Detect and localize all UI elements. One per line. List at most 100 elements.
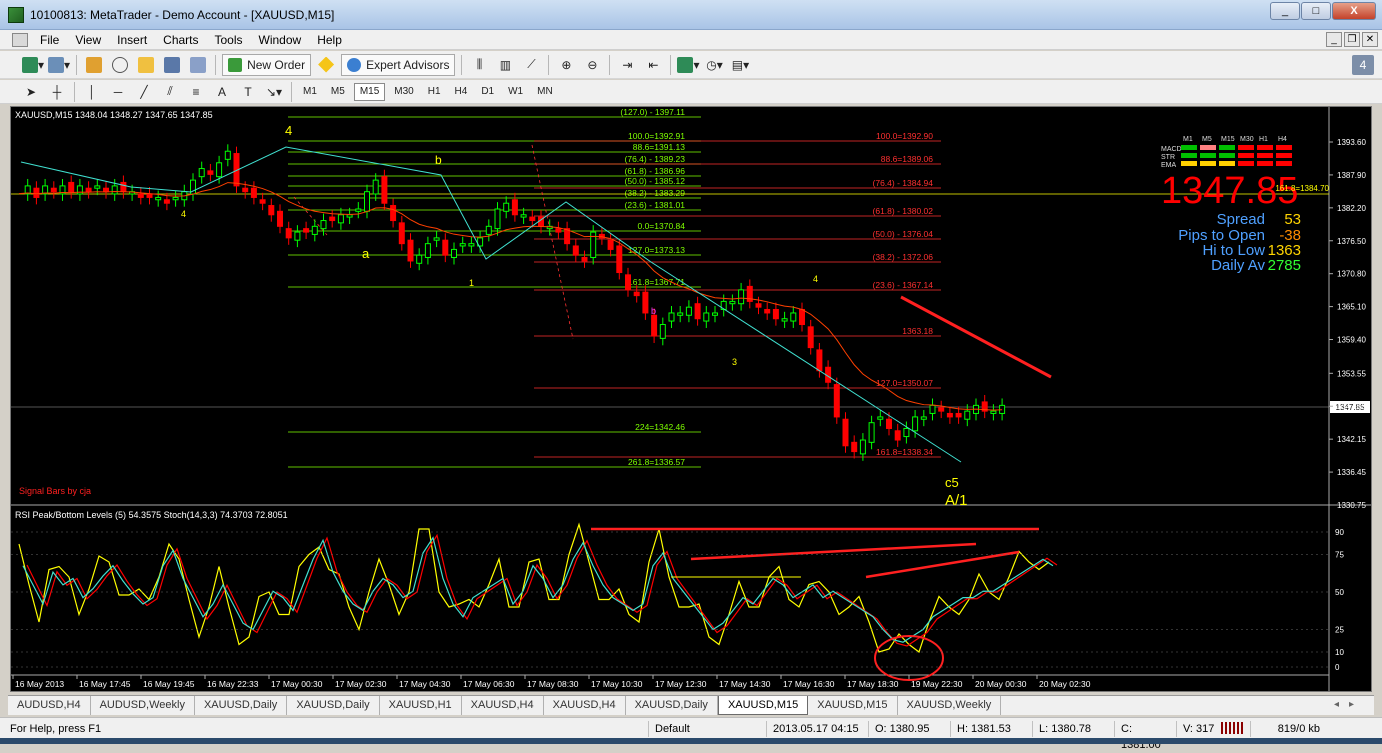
equidistant-channel-icon[interactable]: ⫽ [159, 81, 181, 103]
menu-insert[interactable]: Insert [109, 33, 155, 47]
chart-tab[interactable]: XAUUSD,H1 [380, 696, 462, 715]
zoom-out-icon[interactable]: ⊖ [581, 54, 603, 76]
chart-tab[interactable]: XAUUSD,M15 [808, 696, 898, 715]
autoscroll-icon[interactable]: ⇥ [616, 54, 638, 76]
candlestick-icon[interactable]: ▥ [494, 54, 516, 76]
maximize-button[interactable]: □ [1301, 2, 1331, 20]
time-label: 16 May 19:45 [143, 679, 195, 689]
candle-body [137, 193, 144, 198]
candle-body [146, 193, 153, 198]
chart-shift-icon[interactable]: ⇤ [642, 54, 664, 76]
menu-view[interactable]: View [67, 33, 109, 47]
crosshair-icon[interactable]: ┼ [46, 81, 68, 103]
horizontal-line-icon[interactable]: ─ [107, 81, 129, 103]
signal-grid-header: H4 [1278, 136, 1287, 143]
text-icon[interactable]: A [211, 81, 233, 103]
candle-body [642, 291, 649, 314]
menu-help[interactable]: Help [309, 33, 350, 47]
navigator-icon[interactable] [135, 54, 157, 76]
window-controls: _ □ X [1270, 2, 1376, 20]
menu-tools[interactable]: Tools [207, 33, 251, 47]
timeframe-h1[interactable]: H1 [423, 83, 446, 101]
price-tick-label: 1387.90 [1337, 171, 1366, 180]
chart-tab[interactable]: XAUUSD,Daily [287, 696, 380, 715]
chart-tab[interactable]: AUDUSD,Weekly [91, 696, 195, 715]
timeframe-mn[interactable]: MN [532, 83, 558, 101]
timeframe-m5[interactable]: M5 [326, 83, 350, 101]
line-chart-icon[interactable]: ⟋ [520, 54, 542, 76]
profiles-button[interactable]: ▾ [48, 54, 70, 76]
candle-body [772, 308, 779, 320]
menu-window[interactable]: Window [251, 33, 310, 47]
chart-tab[interactable]: XAUUSD,Daily [195, 696, 288, 715]
price-tick-label: 1365.10 [1337, 303, 1366, 312]
timeframe-h4[interactable]: H4 [450, 83, 473, 101]
vertical-line-icon[interactable]: │ [81, 81, 103, 103]
price-tick-label: 1376.50 [1337, 237, 1366, 246]
time-label: 17 May 18:30 [847, 679, 899, 689]
signal-cell [1181, 145, 1197, 150]
data-window-icon[interactable] [109, 54, 131, 76]
wave-label: b [435, 153, 442, 167]
wave-label: 4 [181, 209, 186, 219]
timeframe-w1[interactable]: W1 [503, 83, 528, 101]
chart-window[interactable]: (127.0) - 1397.11 100.0=1392.91 88.6=1391.… [10, 106, 1372, 692]
mdi-restore-button[interactable]: ❐ [1344, 32, 1360, 47]
time-label: 17 May 00:30 [271, 679, 323, 689]
chart-tab[interactable]: XAUUSD,H4 [462, 696, 544, 715]
wave-label: 4 [813, 274, 818, 284]
fibonacci-icon[interactable]: ≡ [185, 81, 207, 103]
candle-body [442, 239, 449, 256]
mdi-close-button[interactable]: ✕ [1362, 32, 1378, 47]
strategy-tester-icon[interactable] [187, 54, 209, 76]
market-watch-icon[interactable] [83, 54, 105, 76]
candle-body [790, 312, 797, 322]
timeframe-m30[interactable]: M30 [389, 83, 418, 101]
arrows-icon[interactable]: ↘▾ [263, 81, 285, 103]
signal-cell [1276, 145, 1292, 150]
news-icon[interactable]: 4 [1352, 55, 1374, 75]
fib-label-red: (38.2) - 1372.06 [873, 252, 934, 262]
trendline-icon[interactable]: ╱ [133, 81, 155, 103]
tab-scroll-arrows[interactable]: ◂▸ [1334, 699, 1364, 710]
menu-file[interactable]: File [32, 33, 67, 47]
expert-advisors-button[interactable]: Expert Advisors [341, 53, 456, 76]
templates-icon[interactable]: ▤▾ [729, 54, 751, 76]
chart-tab[interactable]: XAUUSD,H4 [544, 696, 626, 715]
fib-label-red: (76.4) - 1384.94 [873, 178, 934, 188]
candle-body [433, 237, 440, 241]
candle-body [250, 187, 257, 198]
text-label-icon[interactable]: T [237, 81, 259, 103]
candle-body [468, 243, 475, 247]
metaeditor-icon[interactable] [315, 54, 337, 76]
price-tick-label: 1370.80 [1337, 270, 1366, 279]
timeframe-d1[interactable]: D1 [476, 83, 499, 101]
price-chart[interactable]: (127.0) - 1397.11 100.0=1392.9188.6=1391.… [11, 107, 1371, 691]
mdi-minimize-button[interactable]: _ [1326, 32, 1342, 47]
timeframe-m15[interactable]: M15 [353, 82, 386, 101]
new-order-button[interactable]: New Order [222, 53, 312, 76]
minimize-button[interactable]: _ [1270, 2, 1300, 20]
time-label: 16 May 22:33 [207, 679, 259, 689]
candle-body [894, 430, 901, 441]
candle-body [703, 312, 710, 322]
chart-tab[interactable]: XAUUSD,Daily [626, 696, 718, 715]
chart-tab-active[interactable]: XAUUSD,M15 [717, 696, 809, 715]
candle-body [738, 289, 745, 305]
chart-tab[interactable]: AUDUSD,H4 [8, 696, 91, 715]
document-icon[interactable] [12, 32, 28, 47]
new-chart-button[interactable]: ▾ [22, 54, 44, 76]
timeframe-m1[interactable]: M1 [298, 83, 322, 101]
periods-icon[interactable]: ◷▾ [703, 54, 725, 76]
indicators-icon[interactable]: ▾ [677, 54, 699, 76]
fib-label: 88.6=1391.13 [633, 142, 686, 152]
chart-tab[interactable]: XAUUSD,Weekly [898, 696, 1002, 715]
cursor-icon[interactable]: ➤ [20, 81, 42, 103]
zoom-in-icon[interactable]: ⊕ [555, 54, 577, 76]
terminal-icon[interactable] [161, 54, 183, 76]
candle-body [337, 214, 344, 224]
menu-charts[interactable]: Charts [155, 33, 206, 47]
bar-chart-icon[interactable]: ⫼ [468, 54, 490, 76]
close-button[interactable]: X [1332, 2, 1376, 20]
fib-label: (50.0) - 1385.12 [625, 176, 686, 186]
